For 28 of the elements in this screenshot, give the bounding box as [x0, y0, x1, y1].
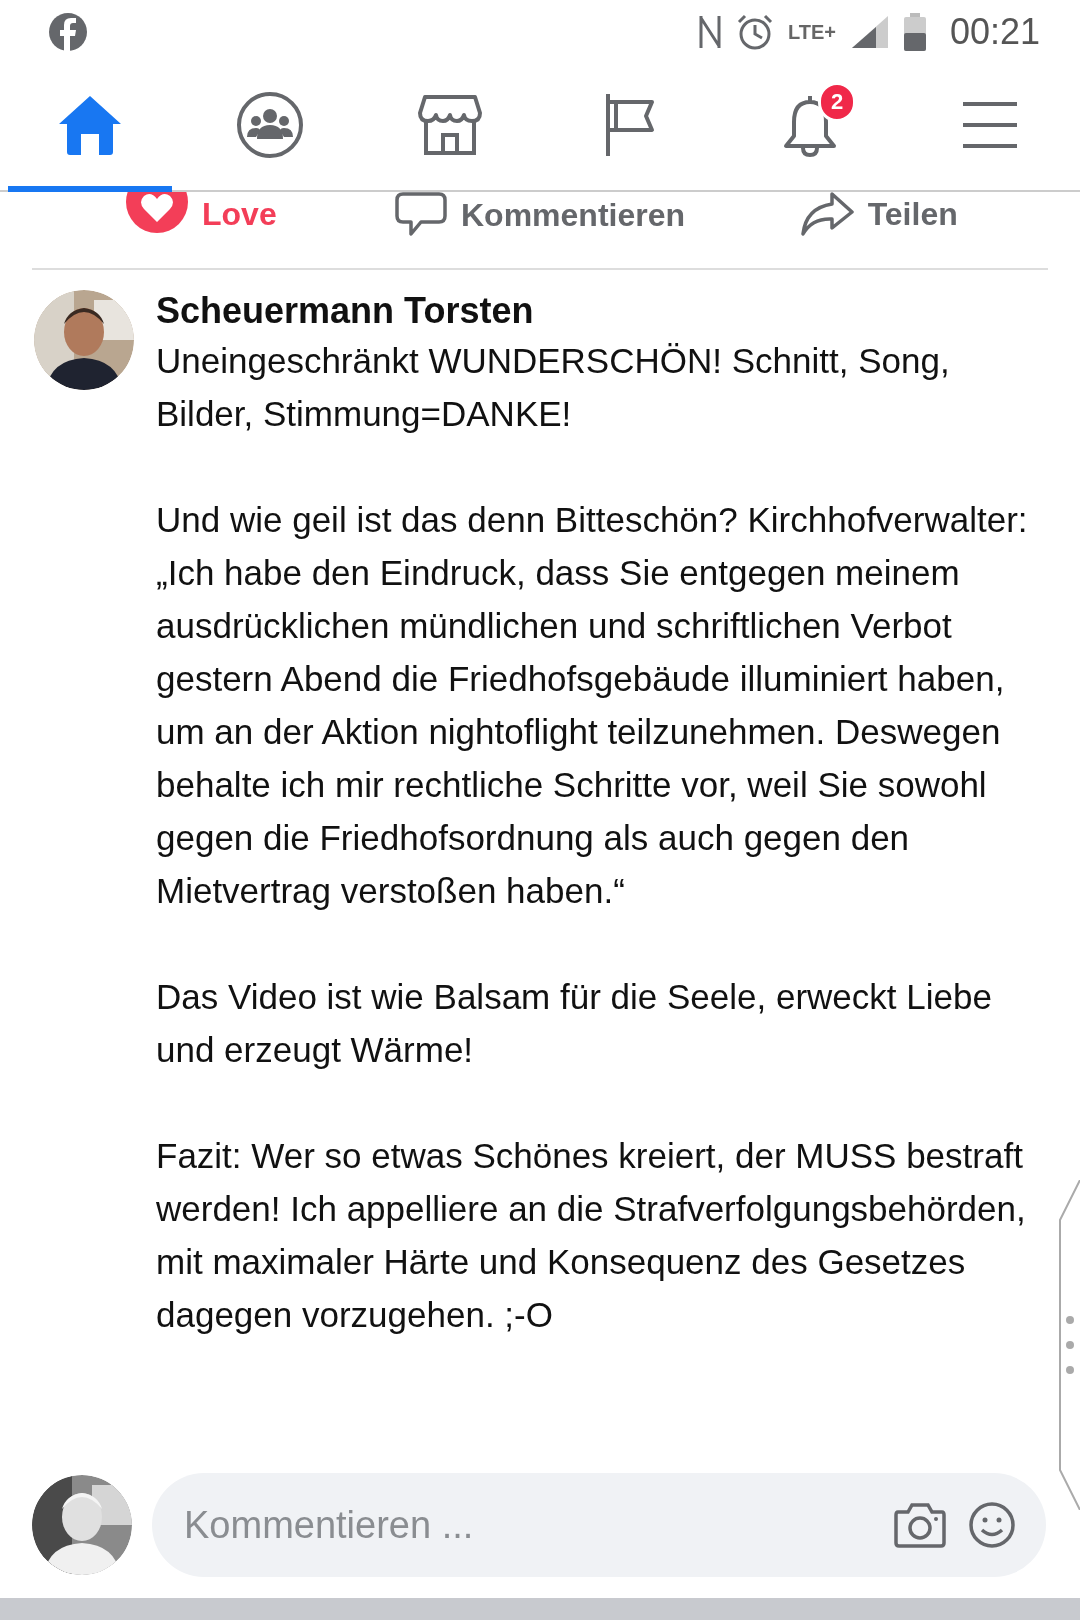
nfc-icon: [697, 14, 722, 50]
edge-panel-handle[interactable]: [1058, 1180, 1080, 1510]
comment-action-button[interactable]: Kommentieren: [370, 192, 710, 238]
smiley-icon[interactable]: [968, 1501, 1016, 1549]
shop-icon: [417, 93, 483, 157]
battery-icon: [903, 13, 926, 51]
comment-paragraph: Und wie geil ist das denn Bitteschön? Kirchhofverwalter: „Ich habe den Eindruck, dass Sie entgegen meinem ausdrücklichen mündlichen und schriftlichen Verbot gestern Abend die Friedhofsgebäude illuminiert haben, um an der Aktion nightoflight teilzunehmen. Deswegen behalte ich mir rechtliche Schritte vor, weil Sie sowohl gegen die Friedhofsordnung als auch gegen den Mietvertrag verstoßen haben.“: [156, 499, 1029, 912]
share-action-button[interactable]: Teilen: [709, 192, 1048, 236]
network-type: LTE+: [787, 20, 836, 44]
home-icon: [57, 94, 123, 156]
clock-time: 00:21: [949, 11, 1040, 53]
share-arrow-icon: [799, 192, 854, 236]
nav-tab[interactable]: 2: [728, 64, 892, 192]
comment-paragraph: Das Video ist wie Balsam für die Seele, erweckt Liebe und erzeugt Wärme!: [156, 976, 993, 1071]
menu-icon: [961, 101, 1019, 149]
camera-icon[interactable]: [894, 1502, 946, 1548]
facebook-icon: [48, 12, 88, 52]
comment-author[interactable]: Scheuermann Torsten: [156, 290, 1040, 332]
groups-icon: [236, 91, 304, 159]
alarm-clock-icon: [735, 13, 774, 51]
comment-input-field[interactable]: Kommentieren ...: [182, 1502, 872, 1548]
comment-composer[interactable]: Kommentieren ...: [152, 1473, 1046, 1577]
notification-badge: 2: [818, 82, 856, 122]
heart-icon: [126, 192, 188, 236]
comment-paragraph: Uneingeschränkt WUNDERSCHÖN! Schnitt, Song, Bilder, Stimmung=DANKE!: [156, 340, 951, 435]
love-action-button[interactable]: Love: [32, 192, 371, 236]
speech-bubble-icon: [395, 192, 447, 238]
comment-paragraph: Fazit: Wer so etwas Schönes kreiert, der MUSS bestraft werden! Ich appelliere an die Strafverfolgungsbehörden, mit maximaler Härte und Konsequenz des Gesetzes dagegen vorzugehen. ;-O: [156, 1135, 1027, 1336]
